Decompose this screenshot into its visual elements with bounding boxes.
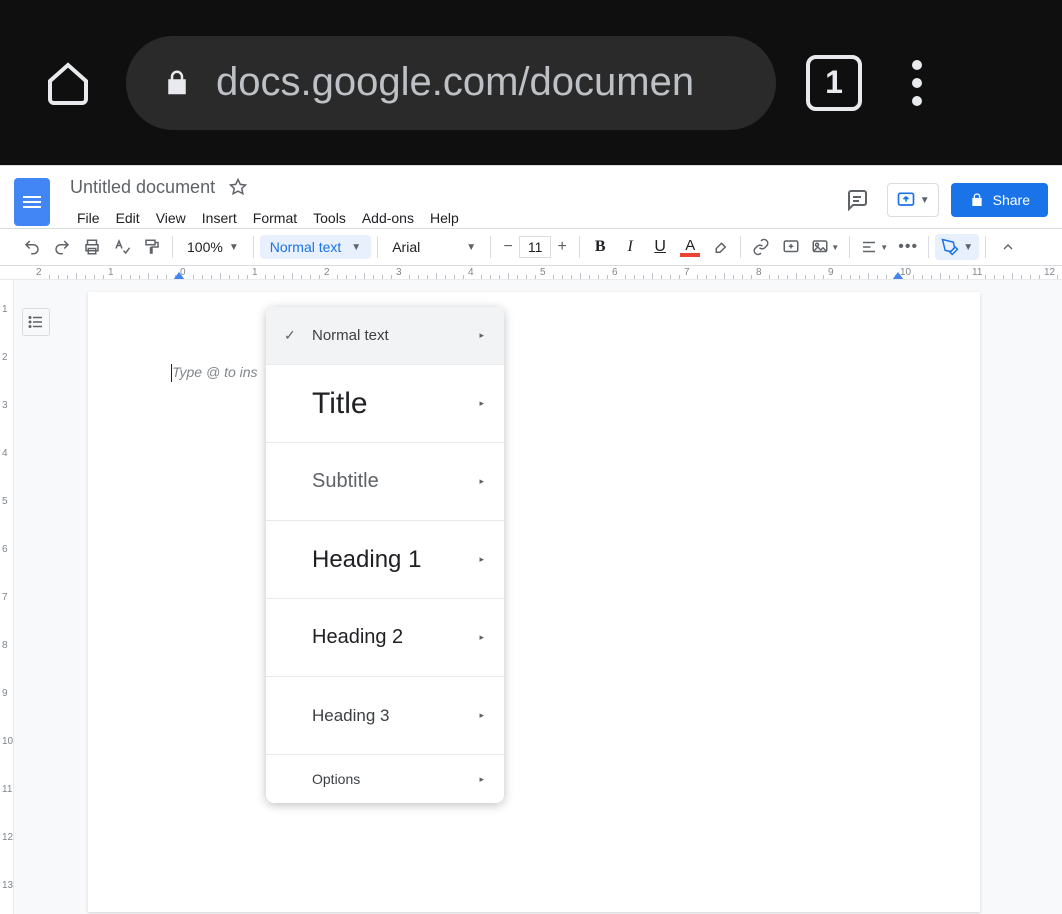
docs-logo-icon[interactable] — [14, 178, 50, 226]
toolbar: 100% ▼ Normal text ▼ Arial ▼ − + B I U A — [0, 228, 1062, 266]
share-button[interactable]: Share — [951, 183, 1048, 217]
redo-icon[interactable] — [48, 233, 76, 261]
menu-view[interactable]: View — [149, 206, 193, 230]
add-comment-icon[interactable] — [777, 233, 805, 261]
comments-icon[interactable] — [839, 182, 875, 218]
present-button[interactable]: ▼ — [887, 183, 939, 217]
submenu-caret-icon: ▸ — [479, 774, 484, 785]
submenu-caret-icon: ▸ — [479, 398, 484, 409]
style-option-options[interactable]: Options▸ — [266, 755, 504, 803]
editing-mode-button[interactable]: ▼ — [935, 234, 979, 260]
spellcheck-icon[interactable] — [108, 233, 136, 261]
style-option-label: Normal text — [312, 327, 479, 344]
italic-icon[interactable]: I — [616, 233, 644, 261]
lock-icon — [162, 66, 192, 100]
submenu-caret-icon: ▸ — [479, 632, 484, 643]
collapse-toolbar-icon[interactable] — [1000, 239, 1016, 255]
highlight-icon[interactable] — [706, 233, 734, 261]
menu-tools[interactable]: Tools — [306, 206, 353, 230]
docs-app: Untitled document FileEditViewInsertForm… — [0, 165, 1062, 914]
star-icon[interactable] — [229, 178, 247, 196]
paint-format-icon[interactable] — [138, 233, 166, 261]
doc-title[interactable]: Untitled document — [70, 177, 215, 198]
align-icon[interactable]: ▼ — [856, 233, 892, 261]
text-style-select[interactable]: Normal text ▼ — [260, 235, 371, 259]
url-bar[interactable]: docs.google.com/documen — [126, 36, 776, 130]
undo-icon[interactable] — [18, 233, 46, 261]
submenu-caret-icon: ▸ — [479, 710, 484, 721]
style-option-label: Subtitle — [312, 470, 479, 493]
decrease-font-size-button[interactable]: − — [497, 235, 519, 259]
caret-down-icon: ▼ — [351, 242, 361, 253]
style-option-title[interactable]: Title▸ — [266, 365, 504, 443]
style-option-heading-3[interactable]: Heading 3▸ — [266, 677, 504, 755]
increase-font-size-button[interactable]: + — [551, 235, 573, 259]
insert-link-icon[interactable] — [747, 233, 775, 261]
style-option-label: Options — [312, 771, 479, 787]
document-page[interactable]: Type @ to ins — [88, 292, 980, 912]
browser-chrome: docs.google.com/documen 1 — [0, 0, 1062, 165]
style-option-label: Heading 1 — [312, 546, 479, 574]
font-size-group: − + — [497, 235, 573, 259]
caret-down-icon: ▼ — [229, 242, 239, 253]
zoom-select[interactable]: 100% ▼ — [179, 239, 247, 255]
menu-file[interactable]: File — [70, 206, 107, 230]
more-icon[interactable]: ••• — [894, 233, 922, 261]
menu-format[interactable]: Format — [246, 206, 304, 230]
check-icon: ✓ — [284, 327, 296, 344]
outline-toggle-icon[interactable] — [22, 308, 50, 336]
style-option-normal-text[interactable]: ✓ Normal text▸ — [266, 307, 504, 365]
bold-icon[interactable]: B — [586, 233, 614, 261]
horizontal-ruler[interactable]: 21012345678910111213141516171819 — [0, 266, 1062, 280]
underline-icon[interactable]: U — [646, 233, 674, 261]
docs-header: Untitled document FileEditViewInsertForm… — [0, 166, 1062, 228]
submenu-caret-icon: ▸ — [479, 554, 484, 565]
menu-edit[interactable]: Edit — [109, 206, 147, 230]
caret-down-icon: ▼ — [466, 242, 476, 253]
text-color-icon[interactable]: A — [676, 233, 704, 261]
vertical-ruler[interactable]: 12345678910111213 — [0, 280, 14, 914]
submenu-caret-icon: ▸ — [479, 476, 484, 487]
style-option-label: Heading 3 — [312, 706, 479, 726]
right-indent-marker[interactable] — [892, 272, 904, 280]
menu-help[interactable]: Help — [423, 206, 466, 230]
left-indent-marker[interactable] — [173, 272, 185, 280]
menu-insert[interactable]: Insert — [195, 206, 244, 230]
text-style-dropdown: ✓Normal text▸Title▸Subtitle▸Heading 1▸He… — [266, 307, 504, 803]
menu-add-ons[interactable]: Add-ons — [355, 206, 421, 230]
browser-menu-icon[interactable] — [892, 60, 942, 106]
style-option-label: Title — [312, 387, 479, 421]
print-icon[interactable] — [78, 233, 106, 261]
style-option-heading-1[interactable]: Heading 1▸ — [266, 521, 504, 599]
url-text: docs.google.com/documen — [216, 60, 694, 105]
home-icon[interactable] — [40, 55, 96, 111]
style-option-label: Heading 2 — [312, 626, 479, 649]
style-option-heading-2[interactable]: Heading 2▸ — [266, 599, 504, 677]
canvas-area: 12345678910111213 Type @ to ins ✓ Normal … — [0, 280, 1062, 914]
font-family-select[interactable]: Arial ▼ — [384, 235, 484, 259]
style-option-subtitle[interactable]: Subtitle▸ — [266, 443, 504, 521]
submenu-caret-icon: ▸ — [479, 330, 484, 341]
menu-bar: FileEditViewInsertFormatToolsAdd-onsHelp — [70, 206, 839, 230]
font-size-input[interactable] — [519, 236, 551, 258]
tab-count-button[interactable]: 1 — [806, 55, 862, 111]
insert-image-icon[interactable]: ▼ — [807, 233, 843, 261]
